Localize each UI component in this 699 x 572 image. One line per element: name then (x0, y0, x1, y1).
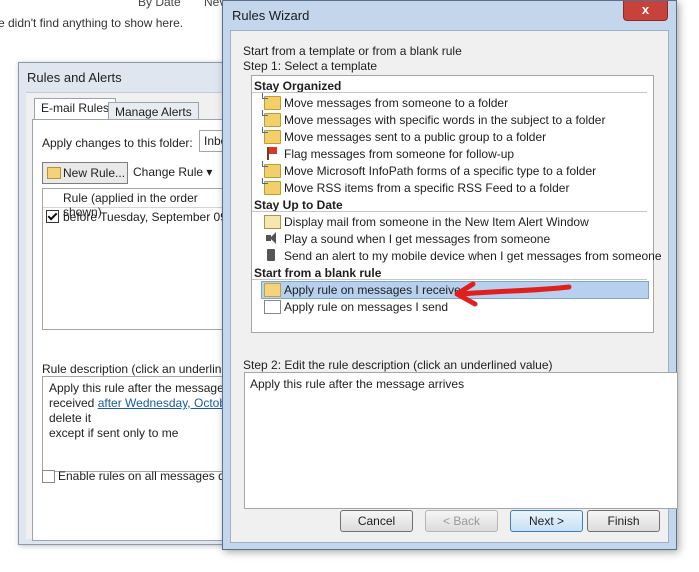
folder-icon (262, 110, 281, 127)
rule-row[interactable]: before Tuesday, September 09, (43, 208, 238, 226)
next-button[interactable]: Next > (510, 510, 583, 532)
email-rules-panel: Apply changes to this folder: Inbo New R… (32, 119, 241, 541)
tab-email-rules[interactable]: E-mail Rules (34, 98, 117, 119)
step2-label: Step 2: Edit the rule description (click… (243, 358, 553, 372)
rules-alerts-client: E-mail Rules Manage Alerts Apply changes… (26, 92, 241, 541)
step1-label: Step 1: Select a template (243, 59, 378, 73)
rule-name: before Tuesday, September 09, (63, 210, 231, 224)
rules-column-header: Rule (applied in the order shown) (43, 189, 238, 219)
desc-line-3: delete it (49, 411, 92, 425)
template-item[interactable]: Play a sound when I get messages from so… (262, 231, 648, 247)
send-envelope-icon (264, 300, 281, 314)
rules-and-alerts-window: Rules and Alerts E-mail Rules Manage Ale… (18, 62, 241, 545)
empty-list-message: e didn't find anything to show here. (0, 16, 184, 30)
date-condition-link[interactable]: after Wednesday, Octobe (98, 396, 233, 410)
desc-line-4: except if sent only to me (49, 426, 179, 440)
template-label: Move messages sent to a public group to … (284, 130, 547, 144)
template-label: Move messages from someone to a folder (284, 96, 509, 110)
rule-description-label: Rule description (click an underline (42, 362, 229, 376)
template-label: Move Microsoft InfoPath forms of a speci… (284, 164, 597, 178)
template-item[interactable]: Move messages from someone to a folder (262, 93, 648, 111)
window-title: Rules and Alerts (27, 70, 122, 85)
template-item[interactable]: Move messages with specific words in the… (262, 110, 648, 128)
rule-description-box: Apply this rule after the message a rece… (42, 376, 239, 472)
rules-list[interactable]: Rule (applied in the order shown) before… (42, 188, 239, 330)
group-stay-organized: Stay Organized (254, 79, 342, 93)
annotation-arrow-icon (454, 281, 572, 307)
folder-icon (262, 178, 281, 195)
flag-icon (264, 147, 279, 160)
group-blank-rule: Start from a blank rule (254, 266, 382, 280)
new-rule-button[interactable]: New Rule... (42, 162, 128, 184)
template-label: Move messages with specific words in the… (284, 113, 606, 127)
template-item[interactable]: Flag messages from someone for follow-up (262, 146, 648, 162)
folder-icon (262, 127, 281, 144)
template-label: Flag messages from someone for follow-up (284, 147, 515, 161)
rules-wizard-window: Rules Wizard x Start from a template or … (222, 0, 678, 550)
alert-window-icon (264, 215, 281, 229)
folder-icon (262, 161, 281, 178)
folder-icon (262, 93, 281, 110)
desc-received: received (49, 396, 98, 410)
template-item[interactable]: Move messages sent to a public group to … (262, 127, 648, 145)
group-stay-up-to-date: Stay Up to Date (254, 198, 343, 212)
sort-by-date[interactable]: By Date (138, 0, 181, 9)
receive-envelope-icon (264, 283, 281, 297)
template-label: Send an alert to my mobile device when I… (284, 249, 662, 263)
desc-line-1: Apply this rule after the message a (49, 381, 234, 395)
desc-line-2: received after Wednesday, Octobe (49, 396, 233, 410)
speaker-icon (264, 232, 279, 244)
group-divider (252, 92, 647, 93)
template-label: Play a sound when I get messages from so… (284, 232, 551, 246)
template-label: Apply rule on messages I receive (284, 283, 461, 297)
template-item[interactable]: Display mail from someone in the New Ite… (262, 214, 648, 230)
template-item[interactable]: Move Microsoft InfoPath forms of a speci… (262, 161, 648, 179)
template-item[interactable]: Move RSS items from a specific RSS Feed … (262, 178, 648, 196)
template-item[interactable]: Send an alert to my mobile device when I… (262, 248, 662, 264)
finish-button[interactable]: Finish (587, 510, 660, 532)
group-divider (252, 211, 647, 212)
cancel-button[interactable]: Cancel (340, 510, 413, 532)
enable-rules-label: Enable rules on all messages do (58, 469, 232, 483)
template-label: Display mail from someone in the New Ite… (284, 215, 589, 229)
enable-rules-checkbox[interactable] (42, 470, 55, 483)
apply-folder-label: Apply changes to this folder: (42, 136, 193, 150)
back-button: < Back (425, 510, 498, 532)
new-rule-label: New Rule... (63, 166, 126, 180)
close-button[interactable]: x (623, 1, 668, 21)
change-rule-button[interactable]: Change Rule ▾ (133, 165, 212, 179)
step2-text: Apply this rule after the message arrive… (250, 377, 465, 391)
rule-enabled-checkbox[interactable] (46, 210, 59, 223)
phone-icon (267, 249, 275, 261)
new-rule-icon (47, 167, 61, 179)
wizard-title: Rules Wizard (232, 8, 310, 23)
start-label: Start from a template or from a blank ru… (243, 44, 462, 58)
template-label: Apply rule on messages I send (284, 300, 449, 314)
template-label: Move RSS items from a specific RSS Feed … (284, 181, 570, 195)
step2-description-box: Apply this rule after the message arrive… (244, 372, 678, 509)
